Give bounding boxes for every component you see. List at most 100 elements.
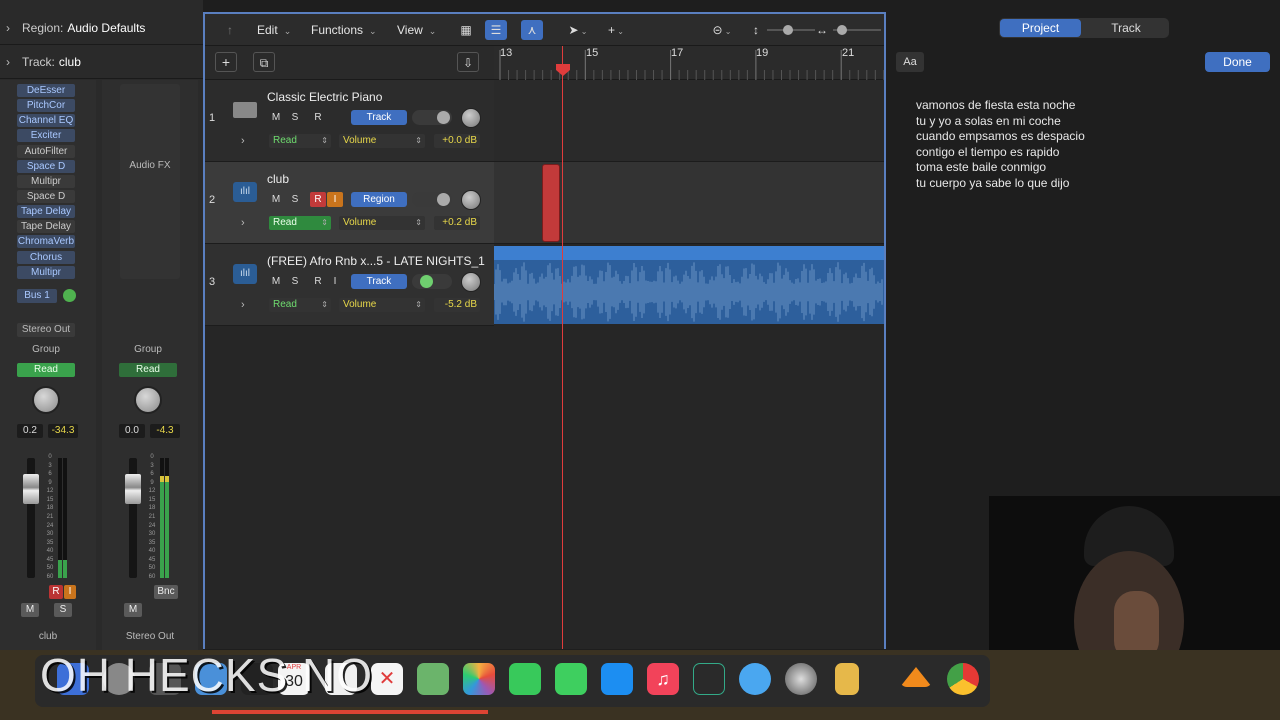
tab-track[interactable]: Track <box>1084 19 1168 37</box>
output-slot[interactable]: Stereo Out <box>17 323 75 337</box>
track-inspector-header[interactable]: › Track: club <box>0 45 203 79</box>
facetime-icon[interactable] <box>509 663 541 695</box>
app-store-icon[interactable] <box>601 663 633 695</box>
input-monitor-button[interactable]: I <box>327 192 343 207</box>
input-monitor-button[interactable]: I <box>327 274 343 289</box>
plugin-slot[interactable]: DeEsser <box>17 84 75 97</box>
plugin-slot[interactable]: Tape Delay <box>17 205 75 218</box>
solo-button[interactable]: S <box>287 192 303 207</box>
timeline-ruler[interactable]: 13 15 17 19 21 <box>494 46 885 80</box>
track-on-toggle[interactable] <box>412 110 452 125</box>
plugin-slot[interactable]: Multipr <box>17 175 75 188</box>
group-slot[interactable]: Group <box>119 344 177 355</box>
track-on-toggle[interactable] <box>412 192 452 207</box>
plugin-slot[interactable]: Channel EQ <box>17 114 75 127</box>
chrome-icon[interactable] <box>947 663 979 695</box>
volume-fader-handle[interactable] <box>23 474 39 504</box>
waveform-zoom-icon[interactable]: ⊝ ⌄ <box>705 20 739 40</box>
input-monitor-button[interactable]: I <box>64 585 76 599</box>
news-icon[interactable]: ✕ <box>371 663 403 695</box>
lane[interactable] <box>494 80 884 162</box>
vertical-zoom-slider[interactable] <box>767 25 815 35</box>
pointer-tool-icon[interactable]: ➤ ⌄ <box>561 20 595 40</box>
plugin-slot[interactable]: PitchCor <box>17 99 75 112</box>
plugin-slot[interactable]: ChromaVerb <box>17 235 75 248</box>
safari-icon[interactable] <box>739 663 771 695</box>
pan-knob[interactable] <box>461 108 481 128</box>
notes-text[interactable]: vamonos de fiesta esta noche tu y yo a s… <box>916 98 1085 192</box>
pan-knob[interactable] <box>461 272 481 292</box>
vlc-icon[interactable] <box>900 667 932 687</box>
automation-mode-select[interactable]: Read ⇕ <box>269 216 331 230</box>
automation-read-button[interactable]: Read <box>119 363 177 377</box>
photos-icon[interactable] <box>463 663 495 695</box>
font-button[interactable]: Aa <box>896 52 924 72</box>
solo-button[interactable]: S <box>54 603 72 617</box>
automation-value[interactable]: +0.0 dB <box>434 134 480 148</box>
pan-knob[interactable] <box>461 190 481 210</box>
plugin-slot[interactable]: Space D <box>17 190 75 203</box>
chevron-right-icon[interactable]: › <box>241 217 245 229</box>
group-slot[interactable]: Group <box>17 344 75 355</box>
track-mode-button[interactable]: Track <box>351 110 407 125</box>
plugin-slot[interactable]: Space D <box>17 160 75 173</box>
capcut-icon[interactable] <box>693 663 725 695</box>
plugin-slot[interactable]: AutoFilter <box>17 145 75 158</box>
volume-fader-handle[interactable] <box>125 474 141 504</box>
automation-mode-select[interactable]: Read ⇕ <box>269 134 331 148</box>
automation-param-select[interactable]: Volume ⇕ <box>339 298 425 312</box>
bus-send[interactable]: Bus 1 <box>17 289 57 303</box>
record-button[interactable]: R <box>310 192 326 207</box>
maps-icon[interactable] <box>417 663 449 695</box>
solo-button[interactable]: S <box>287 274 303 289</box>
automation-read-button[interactable]: Read <box>17 363 75 377</box>
solo-button[interactable]: S <box>287 110 303 125</box>
record-enable-button[interactable]: R <box>49 585 63 599</box>
mute-button[interactable]: M <box>268 110 284 125</box>
track-name[interactable]: Classic Electric Piano <box>267 90 382 104</box>
record-button[interactable]: R <box>310 274 326 289</box>
grid-view-icon[interactable]: ▦ <box>455 20 477 40</box>
flex-icon[interactable]: ⋏ <box>521 20 543 40</box>
plugin-slot[interactable]: Exciter <box>17 129 75 142</box>
horizontal-zoom-slider[interactable] <box>833 25 881 35</box>
automation-mode-select[interactable]: Read ⇕ <box>269 298 331 312</box>
up-arrow-icon[interactable]: ↑ <box>219 20 241 40</box>
archive-icon[interactable] <box>835 663 859 695</box>
global-tracks-icon[interactable]: ⇩ <box>457 52 479 72</box>
chevron-right-icon[interactable]: › <box>241 299 245 311</box>
plugin-slot[interactable]: Multipr <box>17 266 75 279</box>
send-level-knob[interactable] <box>63 289 76 302</box>
track-header[interactable]: 3 ılıl (FREE) Afro Rnb x...5 - LATE NIGH… <box>205 244 494 326</box>
tracks-lanes[interactable] <box>494 46 884 649</box>
plugin-slot[interactable]: Chorus <box>17 251 75 264</box>
duplicate-track-icon[interactable]: ⧉ <box>253 52 275 72</box>
track-mode-button[interactable]: Track <box>351 274 407 289</box>
mute-button[interactable]: M <box>21 603 39 617</box>
track-header-selected[interactable]: 2 ılıl club M S R I Region › Read ⇕ Volum… <box>205 162 494 244</box>
edit-menu[interactable]: Edit ⌄ <box>251 20 297 40</box>
functions-menu[interactable]: Functions ⌄ <box>305 20 383 40</box>
view-menu[interactable]: View ⌄ <box>391 20 442 40</box>
track-header[interactable]: 1 Classic Electric Piano M S R Track › R… <box>205 80 494 162</box>
messages-icon[interactable] <box>555 663 587 695</box>
track-on-toggle[interactable] <box>412 274 452 289</box>
logic-pro-icon[interactable] <box>785 663 817 695</box>
plugin-slot[interactable]: Tape Delay <box>17 220 75 233</box>
track-mode-button[interactable]: Region <box>351 192 407 207</box>
recording-region[interactable] <box>542 164 560 242</box>
list-view-icon[interactable]: ☰ <box>485 20 507 40</box>
audio-region[interactable] <box>494 246 884 324</box>
mute-button[interactable]: M <box>124 603 142 617</box>
mute-button[interactable]: M <box>268 192 284 207</box>
automation-value[interactable]: -5.2 dB <box>434 298 480 312</box>
music-icon[interactable]: ♫ <box>647 663 679 695</box>
region-inspector-header[interactable]: › Region: Audio Defaults <box>0 11 203 45</box>
pan-knob[interactable] <box>134 386 162 414</box>
automation-value[interactable]: +0.2 dB <box>434 216 480 230</box>
done-button[interactable]: Done <box>1205 52 1270 72</box>
automation-param-select[interactable]: Volume ⇕ <box>339 216 425 230</box>
pan-knob[interactable] <box>32 386 60 414</box>
add-track-icon[interactable]: + <box>215 52 237 72</box>
bounce-button[interactable]: Bnc <box>154 585 178 599</box>
